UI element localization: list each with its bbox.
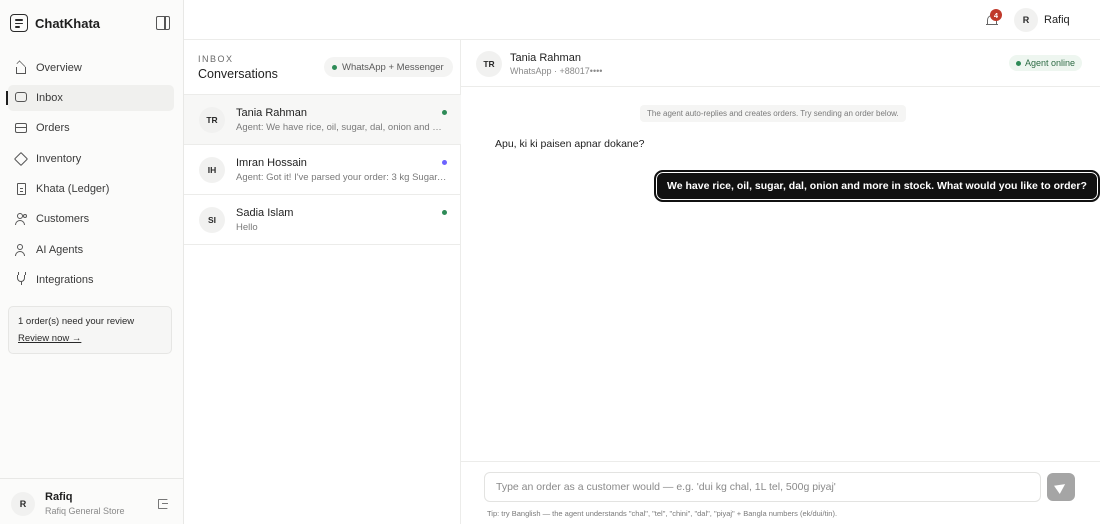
message-preview: Agent: We have rice, oil, sugar, dal, on… [236, 122, 448, 133]
sidebar-item-inventory[interactable]: Inventory [8, 146, 174, 172]
avatar: IH [199, 157, 225, 183]
sidebar-item-label: Inbox [36, 92, 63, 104]
avatar[interactable]: R [1014, 8, 1038, 32]
brand-logo-icon [10, 14, 28, 32]
channel-label: WhatsApp + Messenger [342, 61, 444, 73]
section-title: Conversations [198, 67, 278, 81]
user-icon [14, 243, 28, 257]
status-dot [442, 210, 447, 215]
sidebar: ChatKhata Overview Inbox Orders Inventor… [0, 0, 184, 524]
send-button[interactable] [1047, 473, 1075, 501]
active-indicator [6, 91, 8, 105]
orders-icon [14, 121, 28, 135]
agent-status-label: Agent online [1025, 58, 1076, 68]
sidebar-toggle-icon[interactable] [156, 16, 170, 30]
section-kicker: INBOX [198, 54, 234, 64]
system-note: The agent auto-replies and creates order… [640, 105, 906, 122]
sidebar-item-ai-agents[interactable]: AI Agents [8, 237, 174, 263]
review-card: 1 order(s) need your review Review now → [8, 306, 172, 354]
store-name: Rafiq General Store [45, 506, 125, 516]
brand[interactable]: ChatKhata [10, 13, 100, 33]
user-name: Rafiq [45, 491, 73, 503]
conversation-item[interactable]: SI Sadia Islam Hello [184, 195, 461, 245]
logout-icon[interactable] [158, 499, 168, 509]
contact-name: Tania Rahman [236, 107, 307, 119]
contact-name: Imran Hossain [236, 157, 307, 169]
avatar: SI [199, 207, 225, 233]
review-now-link[interactable]: Review now → [18, 333, 81, 344]
conversations-panel: INBOX Conversations WhatsApp + Messenger… [184, 40, 461, 524]
status-dot [442, 160, 447, 165]
avatar: TR [199, 107, 225, 133]
sidebar-item-label: Customers [36, 213, 90, 225]
message-icon [14, 91, 28, 105]
brand-name: ChatKhata [35, 15, 101, 31]
sidebar-item-customers[interactable]: Customers [8, 206, 174, 232]
message-input[interactable] [484, 472, 1041, 502]
message-composer: Tip: try Banglish — the agent understand… [461, 461, 1100, 524]
conversations-header: INBOX Conversations WhatsApp + Messenger [184, 40, 461, 95]
conversation-item[interactable]: IH Imran Hossain Agent: Got it! I've par… [184, 145, 461, 195]
cube-icon [13, 151, 29, 167]
sidebar-item-label: Integrations [36, 274, 94, 286]
chat-panel: TR Tania Rahman WhatsApp · +88017•••• Ag… [461, 40, 1100, 524]
status-dot [332, 64, 337, 70]
sidebar-item-khata[interactable]: Khata (Ledger) [8, 176, 174, 202]
sidebar-item-integrations[interactable]: Integrations [8, 267, 174, 293]
notification-badge: 4 [990, 9, 1002, 21]
home-icon [14, 60, 28, 75]
incoming-message: Apu, ki ki paisen apnar dokane? [495, 138, 645, 150]
sidebar-item-orders[interactable]: Orders [8, 115, 174, 141]
header-user-name[interactable]: Rafiq [1044, 14, 1070, 26]
composer-tip: Tip: try Banglish — the agent understand… [487, 509, 838, 518]
sidebar-footer: R Rafiq Rafiq General Store [0, 478, 184, 524]
send-icon [1054, 480, 1068, 494]
plug-icon [14, 272, 28, 287]
message-preview: Hello [236, 222, 258, 233]
chat-contact-name: Tania Rahman [510, 52, 581, 64]
sidebar-item-overview[interactable]: Overview [8, 55, 174, 81]
avatar: TR [476, 51, 502, 77]
sidebar-item-label: Overview [36, 62, 82, 74]
message-preview: Agent: Got it! I've parsed your order: 3… [236, 172, 448, 183]
sidebar-item-label: AI Agents [36, 244, 84, 256]
ledger-icon [14, 182, 28, 196]
avatar[interactable]: R [11, 492, 35, 516]
chat-header: TR Tania Rahman WhatsApp · +88017•••• Ag… [461, 40, 1100, 87]
sidebar-item-label: Orders [36, 122, 70, 134]
sidebar-item-inbox[interactable]: Inbox [6, 85, 174, 111]
chat-contact-subtitle: WhatsApp · +88017•••• [510, 66, 603, 76]
conversation-item[interactable]: TR Tania Rahman Agent: We have rice, oil… [184, 95, 461, 145]
users-icon [14, 212, 28, 226]
top-header: 4 R Rafiq [184, 0, 1100, 40]
status-dot [1016, 60, 1021, 66]
outgoing-message: We have rice, oil, sugar, dal, onion and… [654, 170, 1100, 202]
sidebar-item-label: Inventory [36, 153, 82, 165]
channel-filter[interactable]: WhatsApp + Messenger [324, 57, 453, 77]
sidebar-item-label: Khata (Ledger) [36, 183, 110, 195]
contact-name: Sadia Islam [236, 207, 294, 219]
agent-status-badge: Agent online [1009, 55, 1083, 71]
status-dot [442, 110, 447, 115]
review-message: 1 order(s) need your review [18, 316, 135, 327]
